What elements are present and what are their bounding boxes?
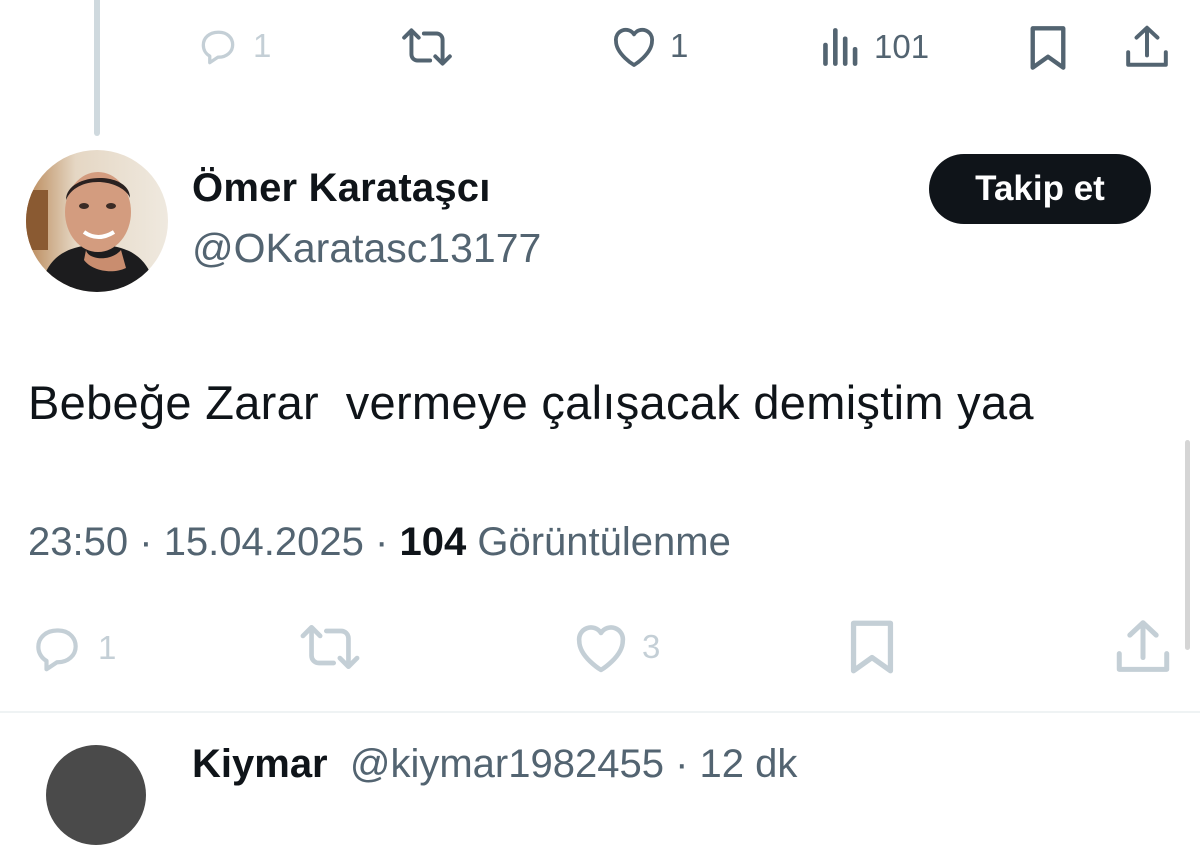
like-button[interactable]: 3: [572, 620, 660, 674]
next-reply-time: 12 dk: [699, 742, 798, 786]
previous-tweet-action-bar: 1 1 101: [0, 0, 1200, 100]
retweet-button[interactable]: [298, 622, 362, 672]
author-name[interactable]: Ömer Karataşcı: [192, 166, 491, 211]
previous-views-count: 101: [874, 28, 930, 65]
bookmark-button[interactable]: [848, 618, 896, 676]
share-icon: [1124, 24, 1170, 70]
next-reply-avatar[interactable]: [46, 745, 146, 845]
share-icon: [1114, 618, 1172, 676]
retweet-icon: [298, 622, 362, 672]
next-reply-name[interactable]: Kiymar: [192, 742, 328, 786]
views-icon: [820, 26, 862, 68]
tweet-date[interactable]: 15.04.2025: [164, 520, 364, 564]
reply-count: 1: [98, 629, 117, 666]
like-count: 3: [642, 628, 661, 665]
reply-icon: [28, 620, 86, 676]
tweet-text: Bebeğe Zarar vermeye çalışacak demiştim …: [28, 376, 1034, 429]
share-button[interactable]: [1114, 618, 1172, 676]
views-number: 104: [399, 520, 467, 564]
scrollbar[interactable]: [1185, 440, 1190, 650]
previous-bookmark-button[interactable]: [1028, 24, 1068, 72]
reply-button[interactable]: 1: [28, 620, 116, 676]
author-handle[interactable]: @OKaratasc13177: [192, 225, 541, 272]
next-reply-header: Kiymar @kiymar1982455 · 12 dk: [192, 742, 798, 786]
divider: [0, 711, 1200, 713]
previous-retweet-button[interactable]: [400, 26, 454, 68]
next-reply-handle[interactable]: @kiymar1982455: [350, 742, 664, 786]
reply-icon: [195, 24, 241, 68]
retweet-icon: [400, 26, 454, 68]
previous-like-count: 1: [670, 27, 689, 64]
tweet-meta: 23:50 · 15.04.2025 · 104 Görüntülenme: [28, 520, 731, 565]
like-icon: [610, 24, 658, 68]
bookmark-icon: [848, 618, 896, 676]
previous-views-button[interactable]: 101: [820, 26, 929, 68]
like-icon: [572, 620, 630, 674]
bookmark-icon: [1028, 24, 1068, 72]
meta-separator: ·: [375, 520, 389, 564]
previous-reply-count: 1: [253, 27, 272, 64]
follow-button[interactable]: Takip et: [929, 154, 1151, 224]
tweet-action-bar: 1 3: [0, 600, 1200, 700]
views-label: Görüntülenme: [477, 520, 731, 564]
previous-like-button[interactable]: 1: [610, 24, 688, 68]
previous-reply-button[interactable]: 1: [195, 24, 271, 68]
author-avatar[interactable]: [26, 150, 168, 292]
tweet-time[interactable]: 23:50: [28, 520, 128, 564]
meta-separator: ·: [139, 520, 153, 564]
previous-share-button[interactable]: [1124, 24, 1170, 70]
